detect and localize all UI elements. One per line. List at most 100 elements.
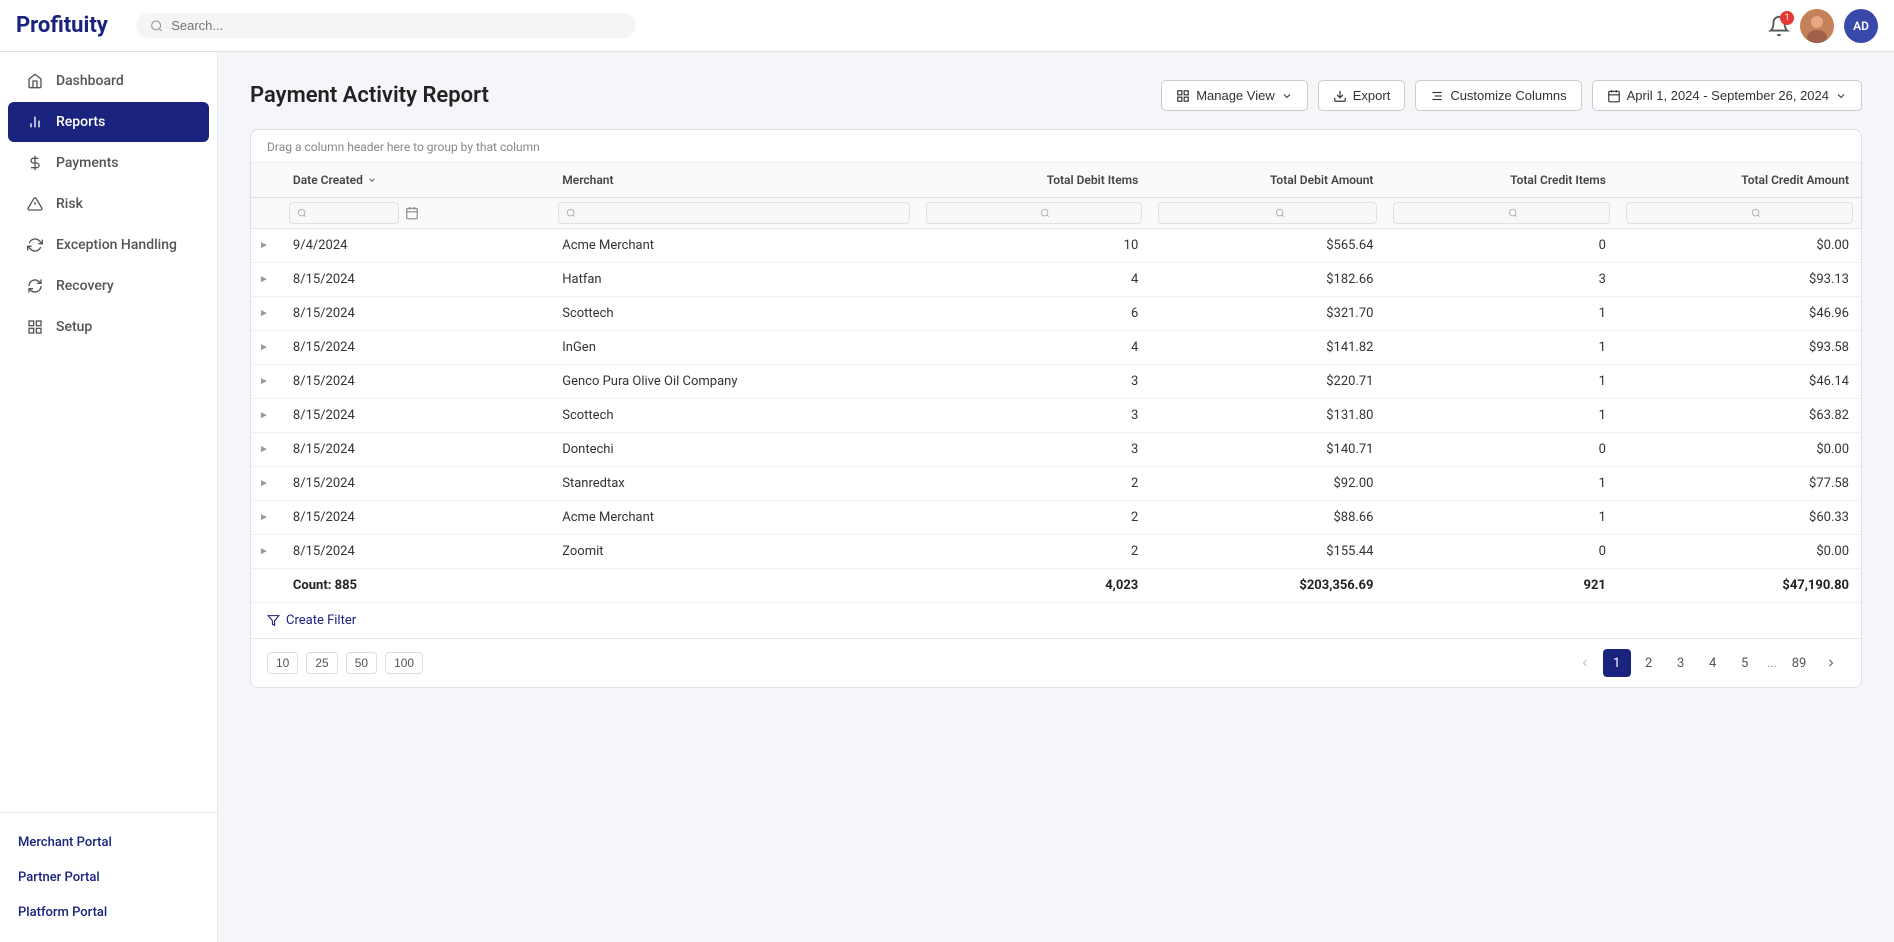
row-credit-items: 1 (1385, 297, 1617, 331)
columns-icon (1430, 89, 1444, 103)
row-debit-amount: $131.80 (1150, 399, 1385, 433)
page-size-25[interactable]: 25 (306, 652, 337, 674)
row-expander[interactable]: ► (251, 399, 281, 433)
row-credit-amount: $0.00 (1618, 535, 1861, 569)
merchant-filter[interactable] (558, 202, 910, 224)
row-expander[interactable]: ► (251, 365, 281, 399)
row-merchant: Stanredtax (550, 467, 918, 501)
row-credit-items: 1 (1385, 467, 1617, 501)
calendar-filter-icon[interactable] (405, 206, 419, 220)
row-expander[interactable]: ► (251, 433, 281, 467)
credit-items-filter-input[interactable] (1522, 206, 1602, 220)
row-expander[interactable]: ► (251, 263, 281, 297)
page-prev-button[interactable] (1571, 649, 1599, 677)
credit-amount-filter-input[interactable] (1765, 206, 1845, 220)
sidebar-item-reports[interactable]: Reports (8, 102, 209, 142)
debit-items-filter[interactable] (926, 202, 1142, 224)
row-debit-amount: $182.66 (1150, 263, 1385, 297)
row-credit-items: 1 (1385, 365, 1617, 399)
debit-items-filter-input[interactable] (1054, 206, 1134, 220)
page-size-100[interactable]: 100 (385, 652, 423, 674)
page-last[interactable]: 89 (1785, 649, 1813, 677)
row-expander[interactable]: ► (251, 501, 281, 535)
sidebar-item-platform-portal[interactable]: Platform Portal (0, 895, 217, 930)
row-date: 8/15/2024 (281, 365, 550, 399)
page-size-10[interactable]: 10 (267, 652, 298, 674)
page-next-button[interactable] (1817, 649, 1845, 677)
sidebar-item-risk[interactable]: Risk (8, 184, 209, 224)
row-date: 8/15/2024 (281, 535, 550, 569)
credit-items-filter[interactable] (1393, 202, 1609, 224)
row-date: 8/15/2024 (281, 399, 550, 433)
page-size-50[interactable]: 50 (346, 652, 377, 674)
sidebar-item-recovery[interactable]: Recovery (8, 266, 209, 306)
th-total-debit-items: Total Debit Items (918, 163, 1150, 198)
row-credit-items: 0 (1385, 535, 1617, 569)
table-row: ► 8/15/2024 Scottech 3 $131.80 1 $63.82 (251, 399, 1861, 433)
sidebar-item-partner-portal[interactable]: Partner Portal (0, 860, 217, 895)
sidebar-label-setup: Setup (56, 319, 92, 335)
debit-amount-filter[interactable] (1158, 202, 1377, 224)
row-expander[interactable]: ► (251, 535, 281, 569)
sidebar-item-setup[interactable]: Setup (8, 307, 209, 347)
drag-hint: Drag a column header here to group by th… (251, 130, 1861, 163)
row-expander[interactable]: ► (251, 331, 281, 365)
date-range-button[interactable]: April 1, 2024 - September 26, 2024 (1592, 80, 1862, 111)
page-5[interactable]: 5 (1731, 649, 1759, 677)
create-filter-button[interactable]: Create Filter (251, 602, 1861, 638)
table-row: ► 8/15/2024 Genco Pura Olive Oil Company… (251, 365, 1861, 399)
page-1[interactable]: 1 (1603, 649, 1631, 677)
page-2[interactable]: 2 (1635, 649, 1663, 677)
manage-view-label: Manage View (1196, 88, 1275, 103)
row-credit-amount: $46.96 (1618, 297, 1861, 331)
row-credit-items: 3 (1385, 263, 1617, 297)
sidebar-item-merchant-portal[interactable]: Merchant Portal (0, 825, 217, 860)
chevron-down-icon (1281, 90, 1293, 102)
row-debit-amount: $140.71 (1150, 433, 1385, 467)
export-button[interactable]: Export (1318, 80, 1406, 111)
header-actions: Manage View Export (1161, 80, 1862, 111)
row-credit-items: 1 (1385, 399, 1617, 433)
search-bar[interactable] (136, 13, 636, 38)
debit-amount-filter-search-icon (1275, 208, 1285, 218)
credit-amount-filter[interactable] (1626, 202, 1853, 224)
date-range-label: April 1, 2024 - September 26, 2024 (1627, 88, 1829, 103)
grid-icon (26, 318, 44, 336)
notification-button[interactable]: 1 (1768, 15, 1790, 37)
row-merchant: Scottech (550, 297, 918, 331)
main-content: Payment Activity Report Manage View (218, 52, 1894, 942)
row-merchant: Hatfan (550, 263, 918, 297)
sidebar: Dashboard Reports Payments (0, 52, 218, 942)
debit-amount-filter-input[interactable] (1289, 206, 1369, 220)
sidebar-item-exception-handling[interactable]: Exception Handling (8, 225, 209, 265)
page-3[interactable]: 3 (1667, 649, 1695, 677)
page-4[interactable]: 4 (1699, 649, 1727, 677)
merchant-filter-input[interactable] (580, 206, 660, 220)
row-expander[interactable]: ► (251, 229, 281, 263)
th-total-credit-items: Total Credit Items (1385, 163, 1617, 198)
row-debit-items: 2 (918, 467, 1150, 501)
date-filter[interactable] (289, 202, 399, 224)
th-date-created[interactable]: Date Created (281, 163, 550, 198)
table-header-row: Date Created Merchant Total Debit I (251, 163, 1861, 198)
table-row: ► 8/15/2024 Scottech 6 $321.70 1 $46.96 (251, 297, 1861, 331)
row-merchant: Zoomit (550, 535, 918, 569)
user-initials[interactable]: AD (1844, 9, 1878, 43)
row-date: 8/15/2024 (281, 501, 550, 535)
avatar (1800, 9, 1834, 43)
row-credit-items: 0 (1385, 433, 1617, 467)
search-input[interactable] (171, 18, 622, 33)
sidebar-item-payments[interactable]: Payments (8, 143, 209, 183)
manage-view-button[interactable]: Manage View (1161, 80, 1308, 111)
sidebar-label-dashboard: Dashboard (56, 73, 124, 89)
date-filter-input[interactable] (311, 206, 391, 220)
customize-columns-button[interactable]: Customize Columns (1415, 80, 1581, 111)
row-debit-amount: $92.00 (1150, 467, 1385, 501)
row-expander[interactable]: ► (251, 297, 281, 331)
row-debit-amount: $88.66 (1150, 501, 1385, 535)
row-expander[interactable]: ► (251, 467, 281, 501)
table-row: ► 8/15/2024 Hatfan 4 $182.66 3 $93.13 (251, 263, 1861, 297)
row-date: 8/15/2024 (281, 297, 550, 331)
row-merchant: Genco Pura Olive Oil Company (550, 365, 918, 399)
sidebar-item-dashboard[interactable]: Dashboard (8, 61, 209, 101)
